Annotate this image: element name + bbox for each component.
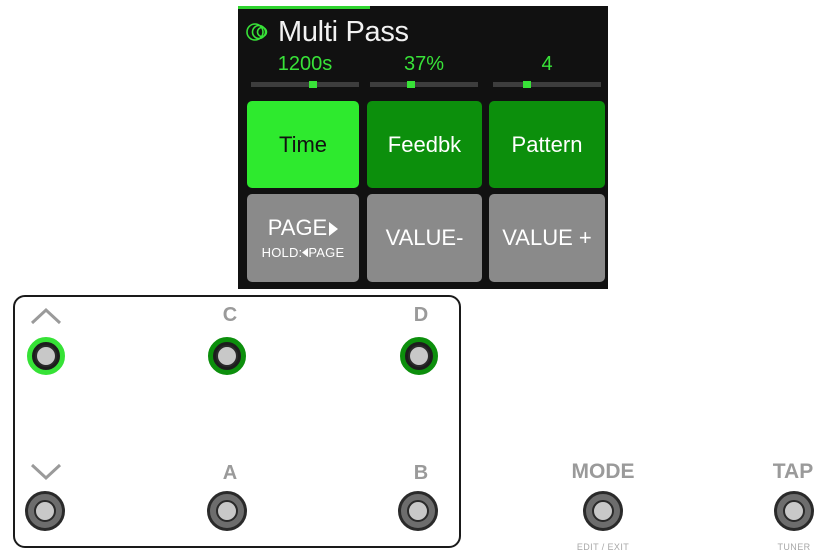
right-triangle-icon [329, 222, 339, 236]
param-time-indicator [309, 81, 317, 88]
pattern-button-label: Pattern [511, 131, 583, 157]
value-plus-label: VALUE + [502, 225, 592, 250]
switch-c-label: C [222, 304, 238, 326]
page-button-label: PAGE [267, 215, 328, 240]
title-row: Multi Pass [246, 15, 409, 49]
tap-footswitch[interactable] [774, 491, 814, 531]
tap-label: TAP [772, 460, 814, 483]
footswitch-b[interactable] [398, 491, 438, 531]
param-feedback-indicator [407, 81, 415, 88]
up-chevron-icon [30, 307, 62, 325]
switch-d-label: D [413, 304, 429, 326]
param-time-value: 1200s [277, 53, 333, 75]
page-button-hold-label: HOLD: [261, 245, 303, 260]
model-title: Multi Pass [278, 16, 409, 48]
param-pattern-indicator [523, 81, 531, 88]
footswitch-up[interactable] [27, 337, 65, 375]
param-feedback-value: 37% [403, 53, 445, 75]
screen-top-indicator [238, 6, 370, 9]
switch-b-label: B [413, 462, 429, 484]
mode-footswitch[interactable] [583, 491, 623, 531]
feedback-button[interactable]: Feedbk [367, 101, 482, 188]
param-feedback-bar [370, 81, 478, 88]
footswitch-d[interactable] [400, 337, 438, 375]
param-time: 1200s [250, 52, 360, 88]
mode-caption: EDIT / EXIT [576, 542, 630, 552]
page-button[interactable]: PAGE HOLD: PAGE [247, 194, 359, 282]
value-minus-label: VALUE- [385, 225, 464, 250]
footswitch-c[interactable] [208, 337, 246, 375]
page-button-sub-row: HOLD: PAGE [262, 245, 345, 261]
time-button-label: Time [278, 131, 328, 157]
mode-label: MODE [571, 460, 635, 483]
feedback-button-label: Feedbk [387, 131, 462, 157]
page-button-hold-page: PAGE [308, 245, 345, 260]
dual-circle-icon [246, 23, 268, 41]
value-plus-button[interactable]: VALUE + [489, 194, 605, 282]
footswitch-down[interactable] [25, 491, 65, 531]
param-time-bar [251, 81, 359, 88]
tap-caption: TUNER [777, 542, 811, 552]
page-button-label-row: PAGE [268, 215, 339, 241]
time-button[interactable]: Time [247, 101, 359, 188]
switch-a-label: A [222, 462, 238, 484]
param-pattern-value: 4 [541, 53, 553, 75]
down-chevron-icon [30, 463, 62, 481]
pattern-button[interactable]: Pattern [489, 101, 605, 188]
param-pattern-bar [493, 81, 601, 88]
value-minus-button[interactable]: VALUE- [367, 194, 482, 282]
footswitch-a[interactable] [207, 491, 247, 531]
param-feedback: 37% [369, 52, 479, 88]
lcd-screen: Multi Pass 1200s 37% 4 Time Feedbk Patte… [238, 6, 608, 289]
param-pattern: 4 [492, 52, 602, 88]
